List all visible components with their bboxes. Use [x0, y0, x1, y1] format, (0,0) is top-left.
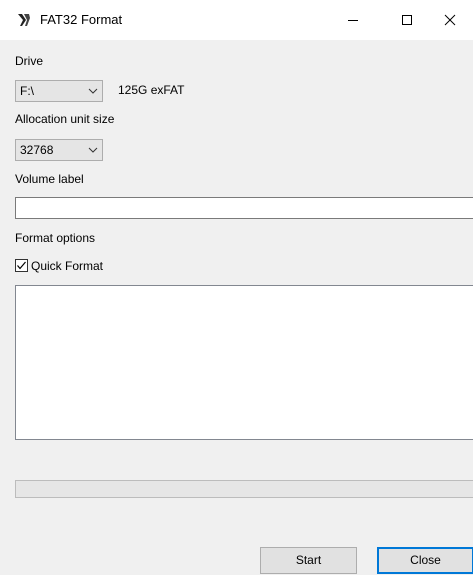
close-icon: [444, 14, 456, 26]
minimize-icon: [348, 20, 358, 21]
chevron-down-icon: [88, 147, 98, 153]
maximize-icon: [402, 15, 412, 25]
start-button[interactable]: Start: [260, 547, 357, 574]
close-button[interactable]: Close: [377, 547, 473, 574]
app-icon: [18, 14, 30, 26]
allocation-label: Allocation unit size: [15, 112, 115, 126]
drive-info: 125G exFAT: [118, 83, 185, 97]
checkmark-icon: [17, 261, 26, 270]
close-window-button[interactable]: [427, 0, 473, 40]
chevron-down-icon: [88, 88, 98, 94]
allocation-select[interactable]: 32768: [15, 139, 103, 161]
format-options-label: Format options: [15, 231, 96, 245]
log-output[interactable]: [15, 285, 473, 440]
minimize-button[interactable]: [330, 0, 376, 40]
window-title: FAT32 Format: [40, 12, 123, 27]
quick-format-checkbox[interactable]: [15, 259, 28, 272]
maximize-button[interactable]: [384, 0, 430, 40]
volume-label-caption: Volume label: [15, 172, 84, 186]
progress-bar: [15, 480, 473, 498]
allocation-select-value: 32768: [20, 143, 54, 157]
volume-label-input[interactable]: [15, 197, 473, 219]
quick-format-label[interactable]: Quick Format: [31, 259, 103, 273]
drive-label: Drive: [15, 54, 44, 68]
title-bar[interactable]: FAT32 Format: [0, 0, 473, 40]
drive-select-value: F:\: [20, 84, 34, 98]
drive-select[interactable]: F:\: [15, 80, 103, 102]
